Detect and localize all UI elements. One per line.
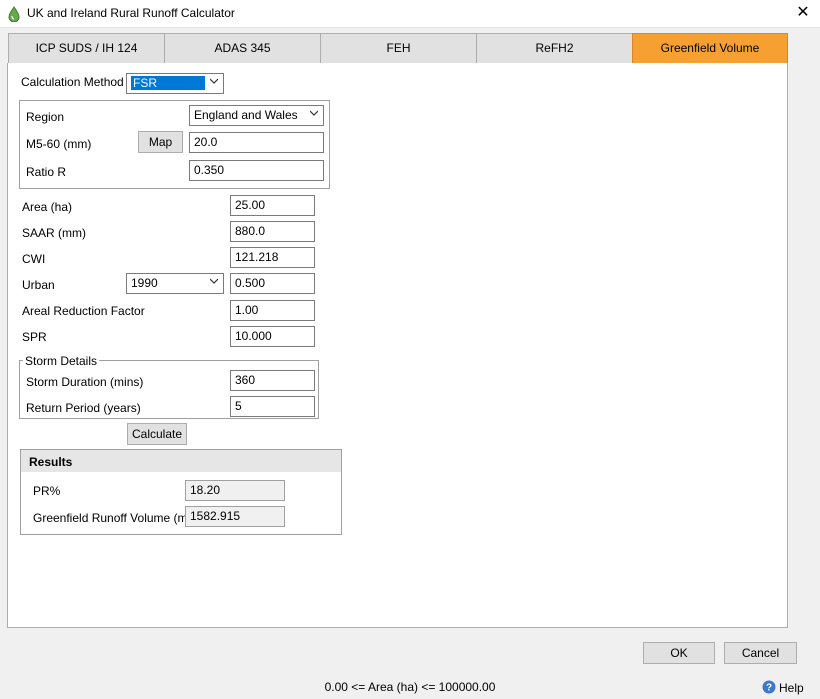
ratio-r-label: Ratio R <box>26 165 67 179</box>
region-dropdown[interactable]: England and Wales <box>189 105 324 126</box>
tab-greenfield-volume[interactable]: Greenfield Volume <box>632 33 788 64</box>
pr-percent-field: 18.20 <box>185 480 285 501</box>
area-field[interactable]: 25.00 <box>230 195 315 216</box>
cancel-button[interactable]: Cancel <box>724 642 797 664</box>
calculation-method-dropdown[interactable]: FSR <box>126 73 224 94</box>
urban-field[interactable]: 0.500 <box>230 273 315 294</box>
saar-field[interactable]: 880.0 <box>230 221 315 242</box>
ratio-r-field[interactable]: 0.350 <box>189 160 324 181</box>
chevron-down-icon <box>210 78 218 84</box>
results-header: Results <box>20 449 342 473</box>
region-label: Region <box>26 110 65 124</box>
tab-refh2[interactable]: ReFH2 <box>476 33 633 64</box>
urban-label: Urban <box>22 278 55 292</box>
calculate-button[interactable]: Calculate <box>127 423 187 445</box>
ok-button[interactable]: OK <box>643 642 715 664</box>
pr-percent-label: PR% <box>33 484 61 498</box>
arf-label: Areal Reduction Factor <box>22 304 145 318</box>
return-period-field[interactable]: 5 <box>230 396 315 417</box>
area-label: Area (ha) <box>22 200 73 214</box>
m560-label: M5-60 (mm) <box>26 137 92 151</box>
cwi-label: CWI <box>22 252 46 266</box>
spr-field[interactable]: 10.000 <box>230 326 315 347</box>
calculation-method-value: FSR <box>131 76 205 90</box>
saar-label: SAAR (mm) <box>22 226 86 240</box>
storm-duration-label: Storm Duration (mins) <box>26 375 144 389</box>
close-icon[interactable]: ✕ <box>792 3 814 23</box>
map-button[interactable]: Map <box>138 131 183 153</box>
tab-feh[interactable]: FEH <box>320 33 477 64</box>
cwi-field[interactable]: 121.218 <box>230 247 315 268</box>
chevron-down-icon <box>310 110 318 116</box>
urban-year-value: 1990 <box>131 276 158 290</box>
spr-label: SPR <box>22 330 47 344</box>
greenfield-volume-field: 1582.915 <box>185 506 285 527</box>
region-value: England and Wales <box>194 108 298 122</box>
svg-text:?: ? <box>766 683 772 694</box>
results-panel <box>20 472 342 535</box>
greenfield-volume-label: Greenfield Runoff Volume (m³) <box>33 511 196 525</box>
chevron-down-icon <box>210 278 218 284</box>
window-title: UK and Ireland Rural Runoff Calculator <box>27 6 235 20</box>
return-period-label: Return Period (years) <box>26 401 141 415</box>
storm-details-title: Storm Details <box>23 354 100 368</box>
arf-field[interactable]: 1.00 <box>230 300 315 321</box>
help-link[interactable]: Help <box>779 681 804 695</box>
tab-adas-345[interactable]: ADAS 345 <box>164 33 321 64</box>
m560-field[interactable]: 20.0 <box>189 132 324 153</box>
urban-year-dropdown[interactable]: 1990 <box>126 273 224 294</box>
status-text: 0.00 <= Area (ha) <= 100000.00 <box>324 680 496 694</box>
calculation-method-label: Calculation Method <box>21 75 124 89</box>
help-icon[interactable]: ? <box>762 680 776 694</box>
app-droplet-icon <box>8 6 20 22</box>
storm-duration-field[interactable]: 360 <box>230 370 315 391</box>
tab-icp-suds[interactable]: ICP SUDS / IH 124 <box>8 33 165 64</box>
